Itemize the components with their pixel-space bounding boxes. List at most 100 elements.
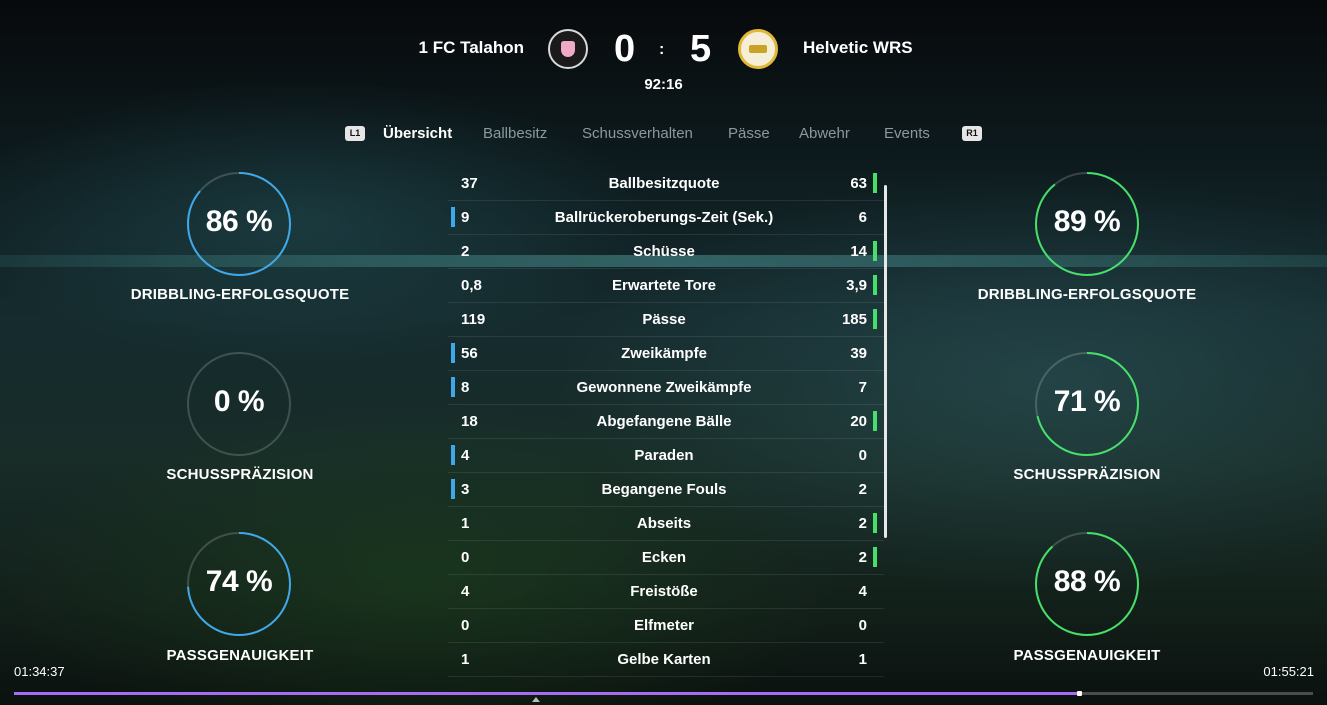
away-lead-bar [873,547,877,567]
stat-away-value: 2 [858,515,867,532]
stat-home-value: 37 [461,175,478,192]
home-team-crest-icon [548,29,588,69]
away-team-name: Helvetic WRS [803,38,913,57]
progress-thumb[interactable] [1077,691,1083,696]
stat-row: 119 Pässe 185 [448,302,884,337]
stat-name: Erwartete Tore [612,277,716,294]
stat-away-value: 7 [858,379,867,396]
away-dribbling-ring: 89 % [1035,172,1139,276]
stat-name: Gewonnene Zweikämpfe [576,379,752,396]
stat-away-value: 3,9 [846,277,867,294]
stat-row: 18 Abgefangene Bälle 20 [448,404,884,439]
home-shot-accuracy-ring: 0 % [187,352,291,456]
away-pass-accuracy-value: 88 % [1053,565,1121,598]
away-pass-accuracy-ring: 88 % [1035,532,1139,636]
away-shot-accuracy-value: 71 % [1053,385,1121,418]
stat-home-value: 8 [461,379,470,396]
away-dribbling-label: DRIBBLING-ERFOLGSQUOTE [977,286,1197,303]
stat-name: Freistöße [630,583,698,600]
home-lead-bar [451,445,455,465]
stat-away-value: 2 [858,481,867,498]
stat-away-value: 2 [858,549,867,566]
home-dribbling-ring: 86 % [187,172,291,276]
home-pass-accuracy-ring: 74 % [187,532,291,636]
home-dribbling-value: 86 % [205,205,273,238]
stat-row: 9 Ballrückeroberungs-Zeit (Sek.) 6 [448,200,884,235]
home-score: 0 [614,28,636,70]
stat-name: Ecken [641,549,687,566]
home-lead-bar [451,207,455,227]
stat-name: Elfmeter [633,617,695,634]
tab-paesse[interactable]: Pässe [728,125,770,142]
home-dribbling-label: DRIBBLING-ERFOLGSQUOTE [130,286,350,303]
stat-row: 0 Elfmeter 0 [448,608,884,643]
elapsed-time: 01:34:37 [14,664,65,679]
stat-home-value: 1 [461,515,470,532]
match-clock: 92:16 [644,76,683,93]
stat-row: 1 Abseits 2 [448,506,884,541]
home-lead-bar [451,377,455,397]
home-pass-accuracy-value: 74 % [205,565,273,598]
stat-home-value: 0,8 [461,277,482,294]
stat-home-value: 2 [461,243,470,260]
stat-row: 0 Ecken 2 [448,540,884,575]
stat-name: Abseits [636,515,692,532]
stat-home-value: 9 [461,209,470,226]
tab-events[interactable]: Events [884,125,930,142]
stat-away-value: 6 [858,209,867,226]
stat-name: Ballrückeroberungs-Zeit (Sek.) [554,209,774,226]
chapter-marker-icon [532,697,540,702]
stat-row: 0,8 Erwartete Tore 3,9 [448,268,884,303]
away-pass-accuracy-label: PASSGENAUIGKEIT [1013,647,1161,664]
stat-row: 4 Freistöße 4 [448,574,884,609]
tab-ballbesitz[interactable]: Ballbesitz [483,125,547,142]
stat-away-value: 0 [858,447,867,464]
home-lead-bar [451,479,455,499]
stat-name: Pässe [642,311,686,328]
tab-uebersicht[interactable]: Übersicht [383,125,452,142]
progress-fill [14,692,1080,695]
home-shot-accuracy-value: 0 % [213,385,265,418]
stat-home-value: 1 [461,651,470,668]
stat-name: Ballbesitzquote [608,175,720,192]
stat-row: 4 Paraden 0 [448,438,884,473]
stat-row: 56 Zweikämpfe 39 [448,336,884,371]
total-time: 01:55:21 [1263,664,1314,679]
l1-bumper-icon[interactable]: L1 [345,126,365,141]
stats-scrollbar[interactable] [884,185,887,538]
stat-away-value: 20 [850,413,867,430]
home-shot-accuracy-label: SCHUSSPRÄZISION [166,466,314,483]
stat-row: 37 Ballbesitzquote 63 [448,166,884,201]
stat-home-value: 4 [461,447,470,464]
away-shot-accuracy-label: SCHUSSPRÄZISION [1013,466,1161,483]
away-lead-bar [873,173,877,193]
stat-row: 3 Begangene Fouls 2 [448,472,884,507]
score-separator: : [659,41,665,58]
stat-name: Paraden [634,447,694,464]
stat-name: Gelbe Karten [617,651,711,668]
home-team-name: 1 FC Talahon [418,38,524,57]
stat-home-value: 0 [461,617,470,634]
stat-away-value: 14 [850,243,867,260]
video-progress-bar[interactable] [14,691,1313,696]
home-pass-accuracy-label: PASSGENAUIGKEIT [166,647,314,664]
away-shot-accuracy-ring: 71 % [1035,352,1139,456]
stat-name: Begangene Fouls [601,481,727,498]
stat-name: Zweikämpfe [621,345,707,362]
away-lead-bar [873,241,877,261]
tab-schussverhalten[interactable]: Schussverhalten [582,125,693,142]
tab-abwehr[interactable]: Abwehr [799,125,850,142]
stat-row: 1 Gelbe Karten 1 [448,642,884,677]
away-lead-bar [873,411,877,431]
stat-away-value: 63 [850,175,867,192]
stat-away-value: 1 [858,651,867,668]
r1-bumper-icon[interactable]: R1 [962,126,982,141]
away-lead-bar [873,309,877,329]
stat-away-value: 185 [841,311,867,328]
stat-home-value: 3 [461,481,470,498]
away-score: 5 [690,28,712,70]
stat-row: 2 Schüsse 14 [448,234,884,269]
stats-tab-bar: L1 Übersicht Ballbesitz Schussverhalten … [0,124,1327,144]
home-lead-bar [451,343,455,363]
stat-away-value: 4 [858,583,867,600]
